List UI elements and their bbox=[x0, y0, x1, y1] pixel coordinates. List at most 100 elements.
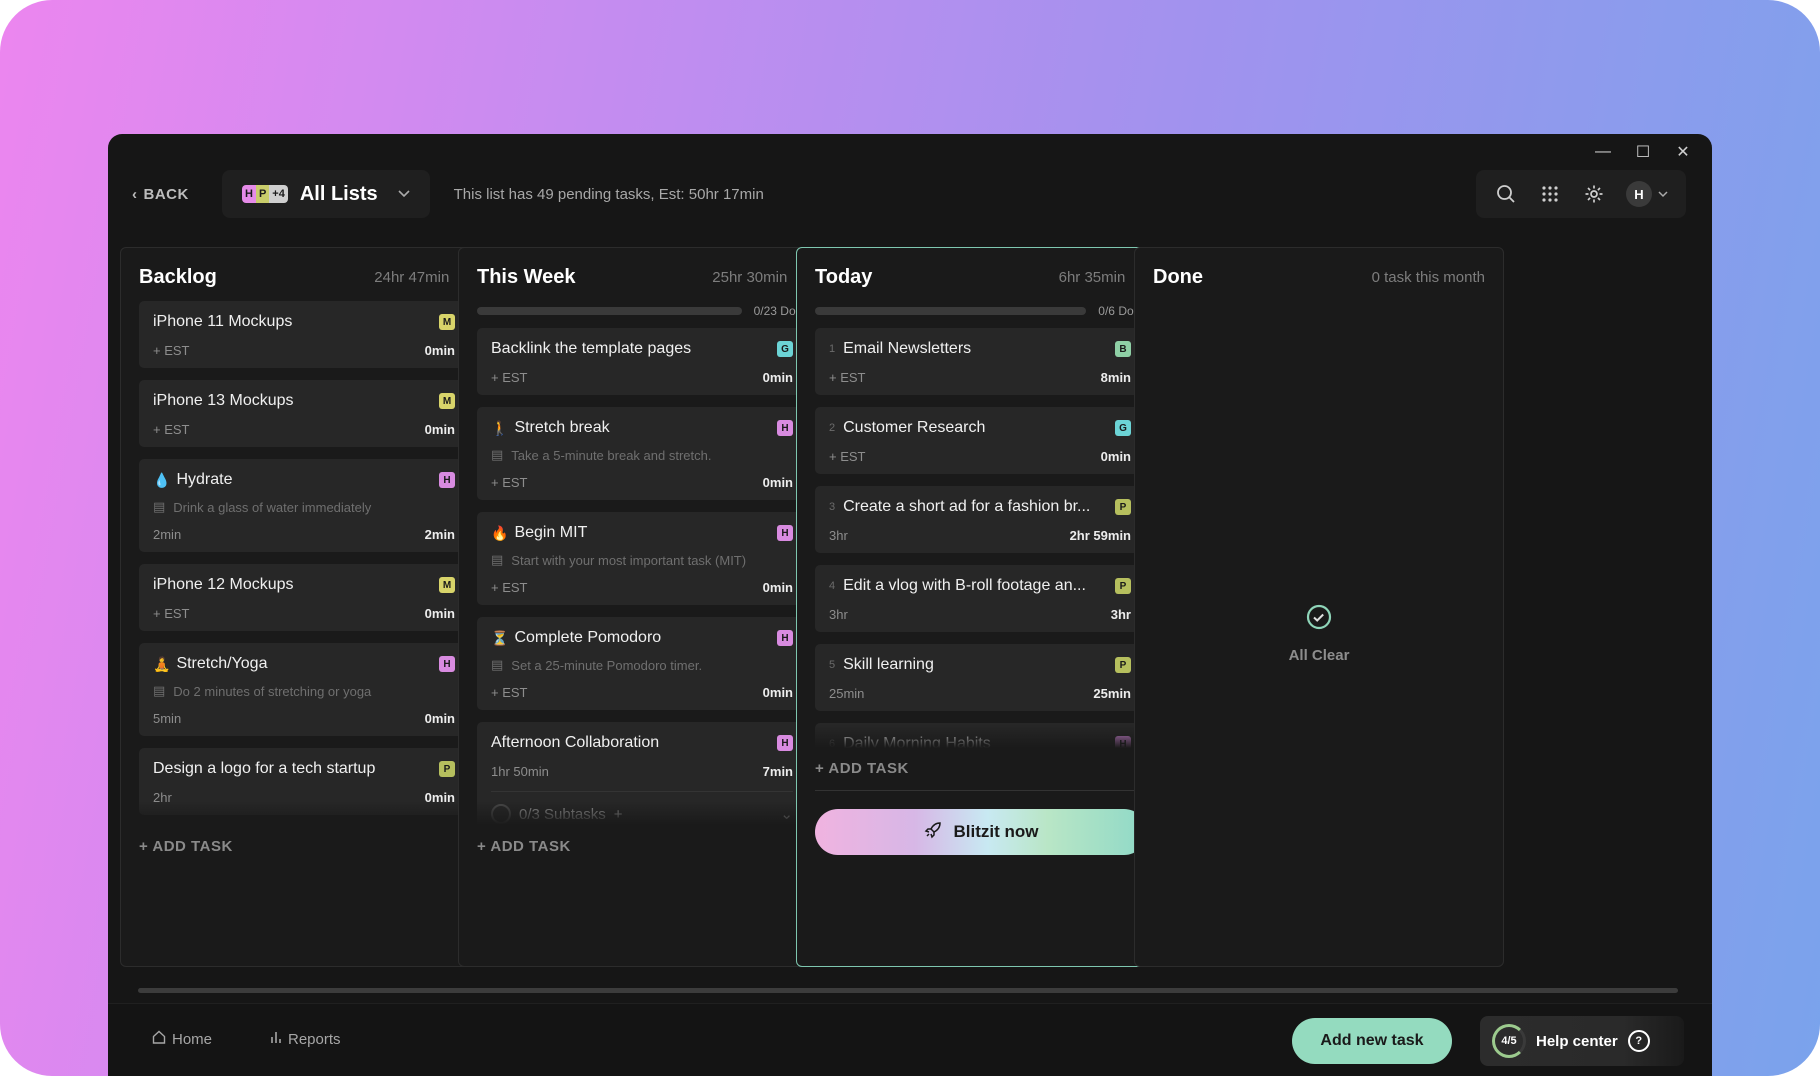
task-title-row: 4 Edit a vlog with B-roll footage an... P bbox=[829, 577, 1131, 595]
task-note-text: Do 2 minutes of stretching or yoga bbox=[173, 683, 372, 699]
task-card[interactable]: Backlink the template pages G + EST 0min bbox=[477, 328, 809, 395]
task-estimate[interactable]: + EST bbox=[491, 685, 528, 700]
horizontal-scrollbar[interactable] bbox=[138, 988, 1678, 993]
task-card[interactable]: 🧘 Stretch/Yoga H ▤ Do 2 minutes of stretchin… bbox=[139, 643, 471, 736]
task-card[interactable]: iPhone 11 Mockups M + EST 0min bbox=[139, 301, 471, 368]
task-note-text: Set a 25-minute Pomodoro timer. bbox=[511, 657, 703, 673]
task-meta: 3hr 3hr bbox=[829, 607, 1131, 622]
list-tag-badge: M bbox=[439, 577, 455, 593]
gear-icon[interactable] bbox=[1582, 182, 1606, 206]
task-time-spent: 0min bbox=[762, 475, 793, 490]
list-tag-badge: H bbox=[777, 630, 793, 646]
task-title: iPhone 11 Mockups bbox=[153, 313, 293, 330]
task-time-spent: 8min bbox=[1100, 370, 1131, 385]
task-estimate[interactable]: + EST bbox=[829, 370, 866, 385]
task-estimate[interactable]: 3hr bbox=[829, 607, 848, 622]
list-tag-badge: H bbox=[777, 735, 793, 751]
check-circle-icon bbox=[1135, 603, 1503, 635]
maximize-button[interactable]: ☐ bbox=[1624, 138, 1662, 166]
progress-bar: 0/23 Done bbox=[477, 304, 809, 318]
task-number: 3 bbox=[829, 501, 836, 513]
task-note: ▤ Do 2 minutes of stretching or yoga bbox=[153, 683, 455, 699]
task-estimate[interactable]: + EST bbox=[153, 343, 190, 358]
column-done: Done 0 task this month All Clear bbox=[1134, 247, 1504, 967]
top-bar: ‹ BACK H P +4 All Lists This list has 49… bbox=[132, 168, 1686, 220]
card-list: 1 Email Newsletters B + EST 8min 2 Customer Re… bbox=[815, 328, 1147, 748]
all-clear-label: All Clear bbox=[1288, 647, 1350, 664]
task-card[interactable]: 🚶 Stretch break H ▤ Take a 5-minute break an… bbox=[477, 407, 809, 500]
task-title-row: 🚶 Stretch break H bbox=[491, 419, 793, 437]
card-list: iPhone 11 Mockups M + EST 0min iPhone 13 Moc… bbox=[139, 301, 471, 825]
add-task-label: ADD TASK bbox=[152, 838, 233, 855]
add-task-button[interactable]: + ADD TASK bbox=[139, 838, 233, 855]
task-card[interactable]: 3 Create a short ad for a fashion br... P 3… bbox=[815, 486, 1147, 553]
task-estimate[interactable]: + EST bbox=[153, 606, 190, 621]
scroll-fade bbox=[477, 801, 809, 825]
task-card[interactable]: iPhone 12 Mockups M + EST 0min bbox=[139, 564, 471, 631]
task-emoji-icon: 🚶 bbox=[491, 419, 509, 436]
task-card[interactable]: 1 Email Newsletters B + EST 8min bbox=[815, 328, 1147, 395]
window-controls: — ☐ ✕ bbox=[1584, 138, 1702, 166]
task-estimate[interactable]: + EST bbox=[491, 370, 528, 385]
task-card[interactable]: 4 Edit a vlog with B-roll footage an... P 3… bbox=[815, 565, 1147, 632]
home-icon bbox=[152, 1030, 166, 1048]
minimize-button[interactable]: — bbox=[1584, 138, 1622, 166]
task-estimate[interactable]: 2min bbox=[153, 527, 181, 542]
task-title: Stretch break bbox=[514, 419, 610, 436]
column-title: Today bbox=[815, 265, 873, 288]
task-time-spent: 0min bbox=[424, 422, 455, 437]
list-selector[interactable]: H P +4 All Lists bbox=[222, 170, 430, 218]
nav-home[interactable]: Home bbox=[152, 1030, 212, 1048]
task-card[interactable]: iPhone 13 Mockups M + EST 0min bbox=[139, 380, 471, 447]
list-tag-badge: H bbox=[439, 656, 455, 672]
task-meta: + EST 0min bbox=[491, 580, 793, 595]
plus-icon: + bbox=[815, 760, 825, 777]
help-center-label: Help center bbox=[1536, 1032, 1618, 1050]
add-new-task-button[interactable]: Add new task bbox=[1292, 1018, 1452, 1064]
task-note-text: Take a 5-minute break and stretch. bbox=[511, 447, 712, 463]
badge-p: P bbox=[255, 185, 270, 203]
add-task-button[interactable]: + ADD TASK bbox=[815, 760, 909, 777]
user-menu[interactable]: H bbox=[1626, 181, 1668, 207]
column-header: Done 0 task this month bbox=[1153, 262, 1485, 292]
task-meta: + EST 0min bbox=[491, 685, 793, 700]
add-task-button[interactable]: + ADD TASK bbox=[477, 838, 571, 855]
list-badges: H P +4 bbox=[242, 185, 288, 203]
column-estimate: 24hr 47min bbox=[374, 268, 450, 286]
column-this-week: This Week 25hr 30min + 0/23 Done Backlin… bbox=[458, 247, 828, 967]
task-time-spent: 0min bbox=[762, 370, 793, 385]
task-estimate[interactable]: + EST bbox=[491, 475, 528, 490]
back-button[interactable]: ‹ BACK bbox=[132, 186, 222, 203]
task-card[interactable]: 🔥 Begin MIT H ▤ Start with your most importa… bbox=[477, 512, 809, 605]
task-card[interactable]: ⏳ Complete Pomodoro H ▤ Set a 25-minute Pomo… bbox=[477, 617, 809, 710]
task-number: 2 bbox=[829, 422, 836, 434]
task-estimate[interactable]: + EST bbox=[491, 580, 528, 595]
task-title-row: 2 Customer Research G bbox=[829, 419, 1131, 437]
task-meta: + EST 0min bbox=[491, 475, 793, 490]
task-title: Email Newsletters bbox=[843, 340, 972, 357]
task-time-spent: 25min bbox=[1093, 686, 1131, 701]
toolbar: H bbox=[1476, 170, 1686, 218]
column-backlog: Backlog 24hr 47min + iPhone 11 Mockups M +… bbox=[120, 247, 490, 967]
progress-bar: 0/6 Done bbox=[815, 304, 1147, 318]
nav-reports[interactable]: Reports bbox=[270, 1030, 341, 1048]
task-title-row: 💧 Hydrate H bbox=[153, 471, 455, 489]
task-estimate[interactable]: 1hr 50min bbox=[491, 764, 549, 779]
task-estimate[interactable]: + EST bbox=[153, 422, 190, 437]
apps-grid-icon[interactable] bbox=[1538, 182, 1562, 206]
task-estimate[interactable]: 5min bbox=[153, 711, 181, 726]
task-estimate[interactable]: 3hr bbox=[829, 528, 848, 543]
note-icon: ▤ bbox=[491, 552, 504, 567]
task-card[interactable]: 💧 Hydrate H ▤ Drink a glass of water immedia… bbox=[139, 459, 471, 552]
blitzit-now-button[interactable]: Blitzit now bbox=[815, 809, 1147, 855]
search-icon[interactable] bbox=[1494, 182, 1518, 206]
help-center-button[interactable]: 4/5 Help center ? bbox=[1480, 1016, 1684, 1066]
task-estimate[interactable]: 25min bbox=[829, 686, 864, 701]
task-estimate[interactable]: + EST bbox=[829, 449, 866, 464]
task-card[interactable]: 5 Skill learning P 25min 25min bbox=[815, 644, 1147, 711]
close-button[interactable]: ✕ bbox=[1664, 138, 1702, 166]
task-title-row: 5 Skill learning P bbox=[829, 656, 1131, 674]
task-card[interactable]: 2 Customer Research G + EST 0min bbox=[815, 407, 1147, 474]
question-icon: ? bbox=[1627, 1030, 1650, 1052]
task-number: 4 bbox=[829, 580, 836, 592]
